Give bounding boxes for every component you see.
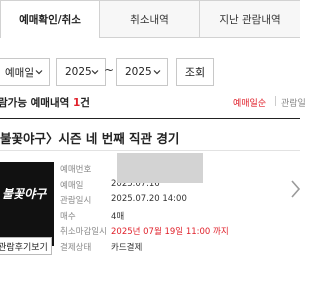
payment-status-value: 카드결제 <box>111 242 143 253</box>
viewing-datetime-label: 관람일시 <box>60 196 92 206</box>
ticket-count-label: 매수 <box>60 211 76 222</box>
sort-by-viewing-date[interactable]: 관람일 <box>281 96 306 109</box>
to-year-value: 2025 <box>125 66 152 78</box>
tab-cancel-history[interactable]: 취소내역 <box>100 0 200 38</box>
view-review-button[interactable]: 관람후기보기 <box>0 237 52 255</box>
item-divider <box>0 150 300 151</box>
from-year-select[interactable]: 2025 <box>56 58 106 86</box>
booking-date-label: 예매일 <box>60 180 84 191</box>
thumbnail-logo-text: 불꽃야구 <box>2 187 47 201</box>
cancel-deadline-label: 취소마감일시 <box>60 227 107 237</box>
redacted-booking-number <box>117 153 203 183</box>
booking-number-label: 예매번호 <box>60 165 92 175</box>
chevron-down-icon <box>91 70 99 75</box>
list-top-divider <box>0 118 300 119</box>
chevron-down-icon <box>35 70 43 75</box>
summary-row: 람가능 예매내역 1건 예매일순 관람일 <box>0 95 306 111</box>
date-type-value: 예매일 <box>5 66 34 79</box>
payment-status-label: 결제상태 <box>60 242 92 253</box>
chevron-down-icon <box>153 70 161 75</box>
detail-row-viewing-datetime: 관람일시 2025.07.20 14:00 <box>60 194 290 210</box>
tab-bar: 예매확인/취소 취소내역 지난 관람내역 <box>0 0 300 38</box>
filter-bar: 예매일 2025 ~ 2025 조회 <box>0 58 300 86</box>
sort-divider <box>275 96 276 106</box>
chevron-right-icon[interactable] <box>290 178 302 200</box>
count-label-prefix: 람가능 예매내역 <box>0 97 73 109</box>
available-bookings-count: 람가능 예매내역 1건 <box>0 95 90 110</box>
sort-by-booking-date[interactable]: 예매일순 <box>233 96 266 109</box>
viewing-datetime-value: 2025.07.20 14:00 <box>111 194 187 204</box>
cancel-deadline-value: 2025년 07월 19일 11:00 까지 <box>111 227 229 237</box>
date-type-select[interactable]: 예매일 <box>0 58 50 86</box>
detail-row-cancel-deadline: 취소마감일시 2025년 07월 19일 11:00 까지 <box>60 225 290 241</box>
range-separator: ~ <box>104 63 115 77</box>
ticket-count-value: 4매 <box>111 211 125 222</box>
tab-past-viewing-history[interactable]: 지난 관람내역 <box>200 0 300 38</box>
event-thumbnail[interactable]: 불꽃야구 <box>0 162 54 246</box>
booking-title[interactable]: 불꽃야구〉시즌 네 번째 직관 경기 <box>0 128 179 147</box>
count-label-suffix: 건 <box>80 97 90 109</box>
to-year-select[interactable]: 2025 <box>116 58 168 86</box>
detail-row-payment-status: 결제상태 카드결제 <box>60 241 290 257</box>
search-button[interactable]: 조회 <box>176 58 214 86</box>
from-year-value: 2025 <box>65 66 92 78</box>
tab-booking-check-cancel[interactable]: 예매확인/취소 <box>0 0 100 38</box>
detail-row-ticket-count: 매수 4매 <box>60 210 290 226</box>
